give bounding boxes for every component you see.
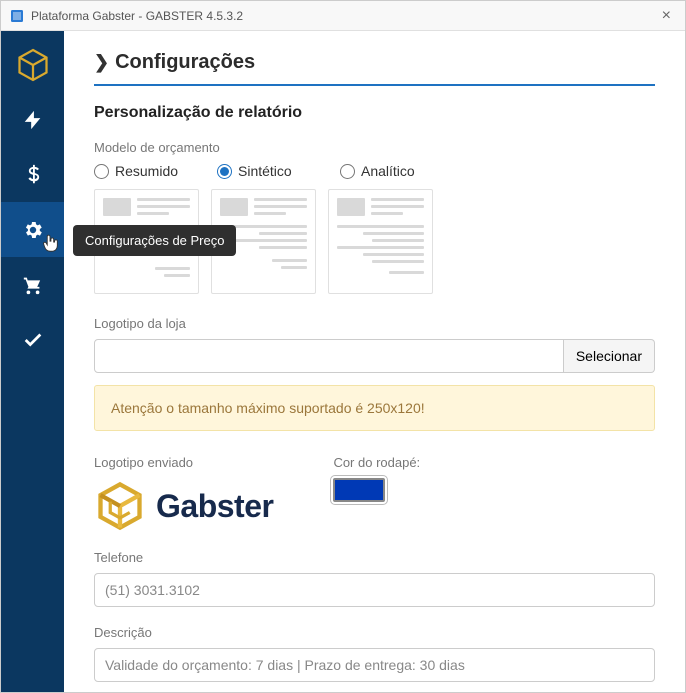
- descricao-input[interactable]: [94, 648, 655, 682]
- section-title: Personalização de relatório: [94, 104, 655, 122]
- sidebar: [1, 31, 64, 692]
- logo-path-input[interactable]: [94, 339, 564, 373]
- page-title-text: Configurações: [115, 51, 255, 74]
- app-icon: [9, 8, 25, 24]
- telefone-input[interactable]: [94, 573, 655, 607]
- tooltip-settings: Configurações de Preço: [73, 225, 236, 256]
- telefone-label: Telefone: [94, 550, 655, 565]
- close-icon[interactable]: ×: [656, 7, 677, 25]
- logo-upload-label: Logotipo da loja: [94, 316, 655, 331]
- footer-color-label: Cor do rodapé:: [333, 455, 420, 470]
- sidebar-logo[interactable]: [1, 37, 64, 92]
- logo-warning: Atenção o tamanho máximo suportado é 250…: [94, 385, 655, 431]
- sidebar-item-check[interactable]: [1, 312, 64, 367]
- window-title: Plataforma Gabster - GABSTER 4.5.3.2: [31, 9, 243, 23]
- radio-sintetico[interactable]: Sintético: [217, 163, 322, 179]
- page-title: ❯ Configurações: [94, 51, 655, 86]
- brand-logo: Gabster: [94, 480, 273, 532]
- model-label: Modelo de orçamento: [94, 140, 655, 155]
- chevron-right-icon: ❯: [94, 52, 109, 73]
- cursor-hand-icon: [39, 232, 57, 250]
- brand-text: Gabster: [156, 488, 273, 525]
- select-button[interactable]: Selecionar: [564, 339, 655, 373]
- logo-upload-group: Selecionar: [94, 339, 655, 373]
- logo-sent-label: Logotipo enviado: [94, 455, 273, 470]
- sidebar-item-dollar[interactable]: [1, 147, 64, 202]
- sidebar-item-settings[interactable]: [1, 202, 64, 257]
- titlebar: Plataforma Gabster - GABSTER 4.5.3.2 ×: [1, 1, 685, 31]
- sidebar-item-cart[interactable]: [1, 257, 64, 312]
- radio-analitico[interactable]: Analítico: [340, 163, 445, 179]
- content-area: ❯ Configurações Personalização de relató…: [64, 31, 685, 692]
- radio-resumido[interactable]: Resumido: [94, 163, 199, 179]
- sidebar-item-bolt[interactable]: [1, 92, 64, 147]
- footer-color-swatch[interactable]: [333, 478, 385, 502]
- preview-analitico[interactable]: [328, 189, 433, 294]
- descricao-label: Descrição: [94, 625, 655, 640]
- radio-group-model: Resumido Sintético Analítico: [94, 163, 655, 179]
